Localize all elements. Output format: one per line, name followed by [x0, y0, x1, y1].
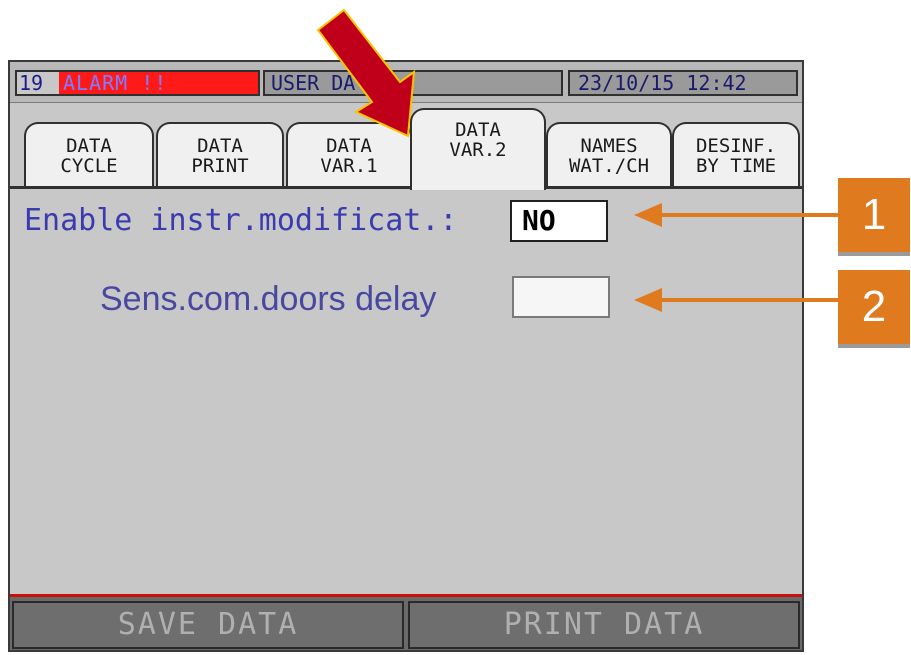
orange-arrow-2-icon	[634, 288, 838, 312]
annotation-overlay	[316, 8, 838, 312]
tab-label-line2: VAR.2	[449, 139, 507, 161]
annotation-badge-1: 1	[838, 178, 910, 252]
annotation-badge-2: 2	[838, 270, 910, 344]
orange-arrow-1-icon	[634, 203, 838, 227]
tab-data-var2[interactable]: DATA VAR.2	[410, 108, 546, 190]
red-pointer-arrow-icon	[316, 8, 416, 138]
tab-label-line1: DATA	[455, 119, 501, 141]
